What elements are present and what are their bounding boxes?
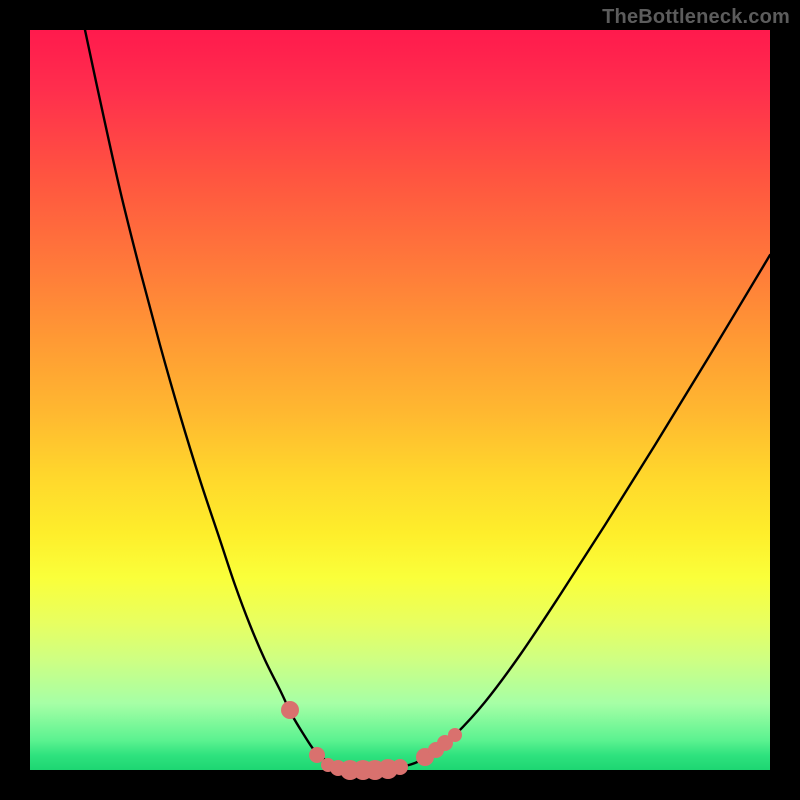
highlight-dot	[281, 701, 299, 719]
highlight-dot	[392, 759, 408, 775]
watermark-text: TheBottleneck.com	[602, 6, 790, 29]
bottleneck-curve	[85, 30, 770, 770]
highlight-dot	[448, 728, 462, 742]
chart-frame: TheBottleneck.com	[0, 0, 800, 800]
plot-area	[30, 30, 770, 770]
curve-svg	[30, 30, 770, 770]
